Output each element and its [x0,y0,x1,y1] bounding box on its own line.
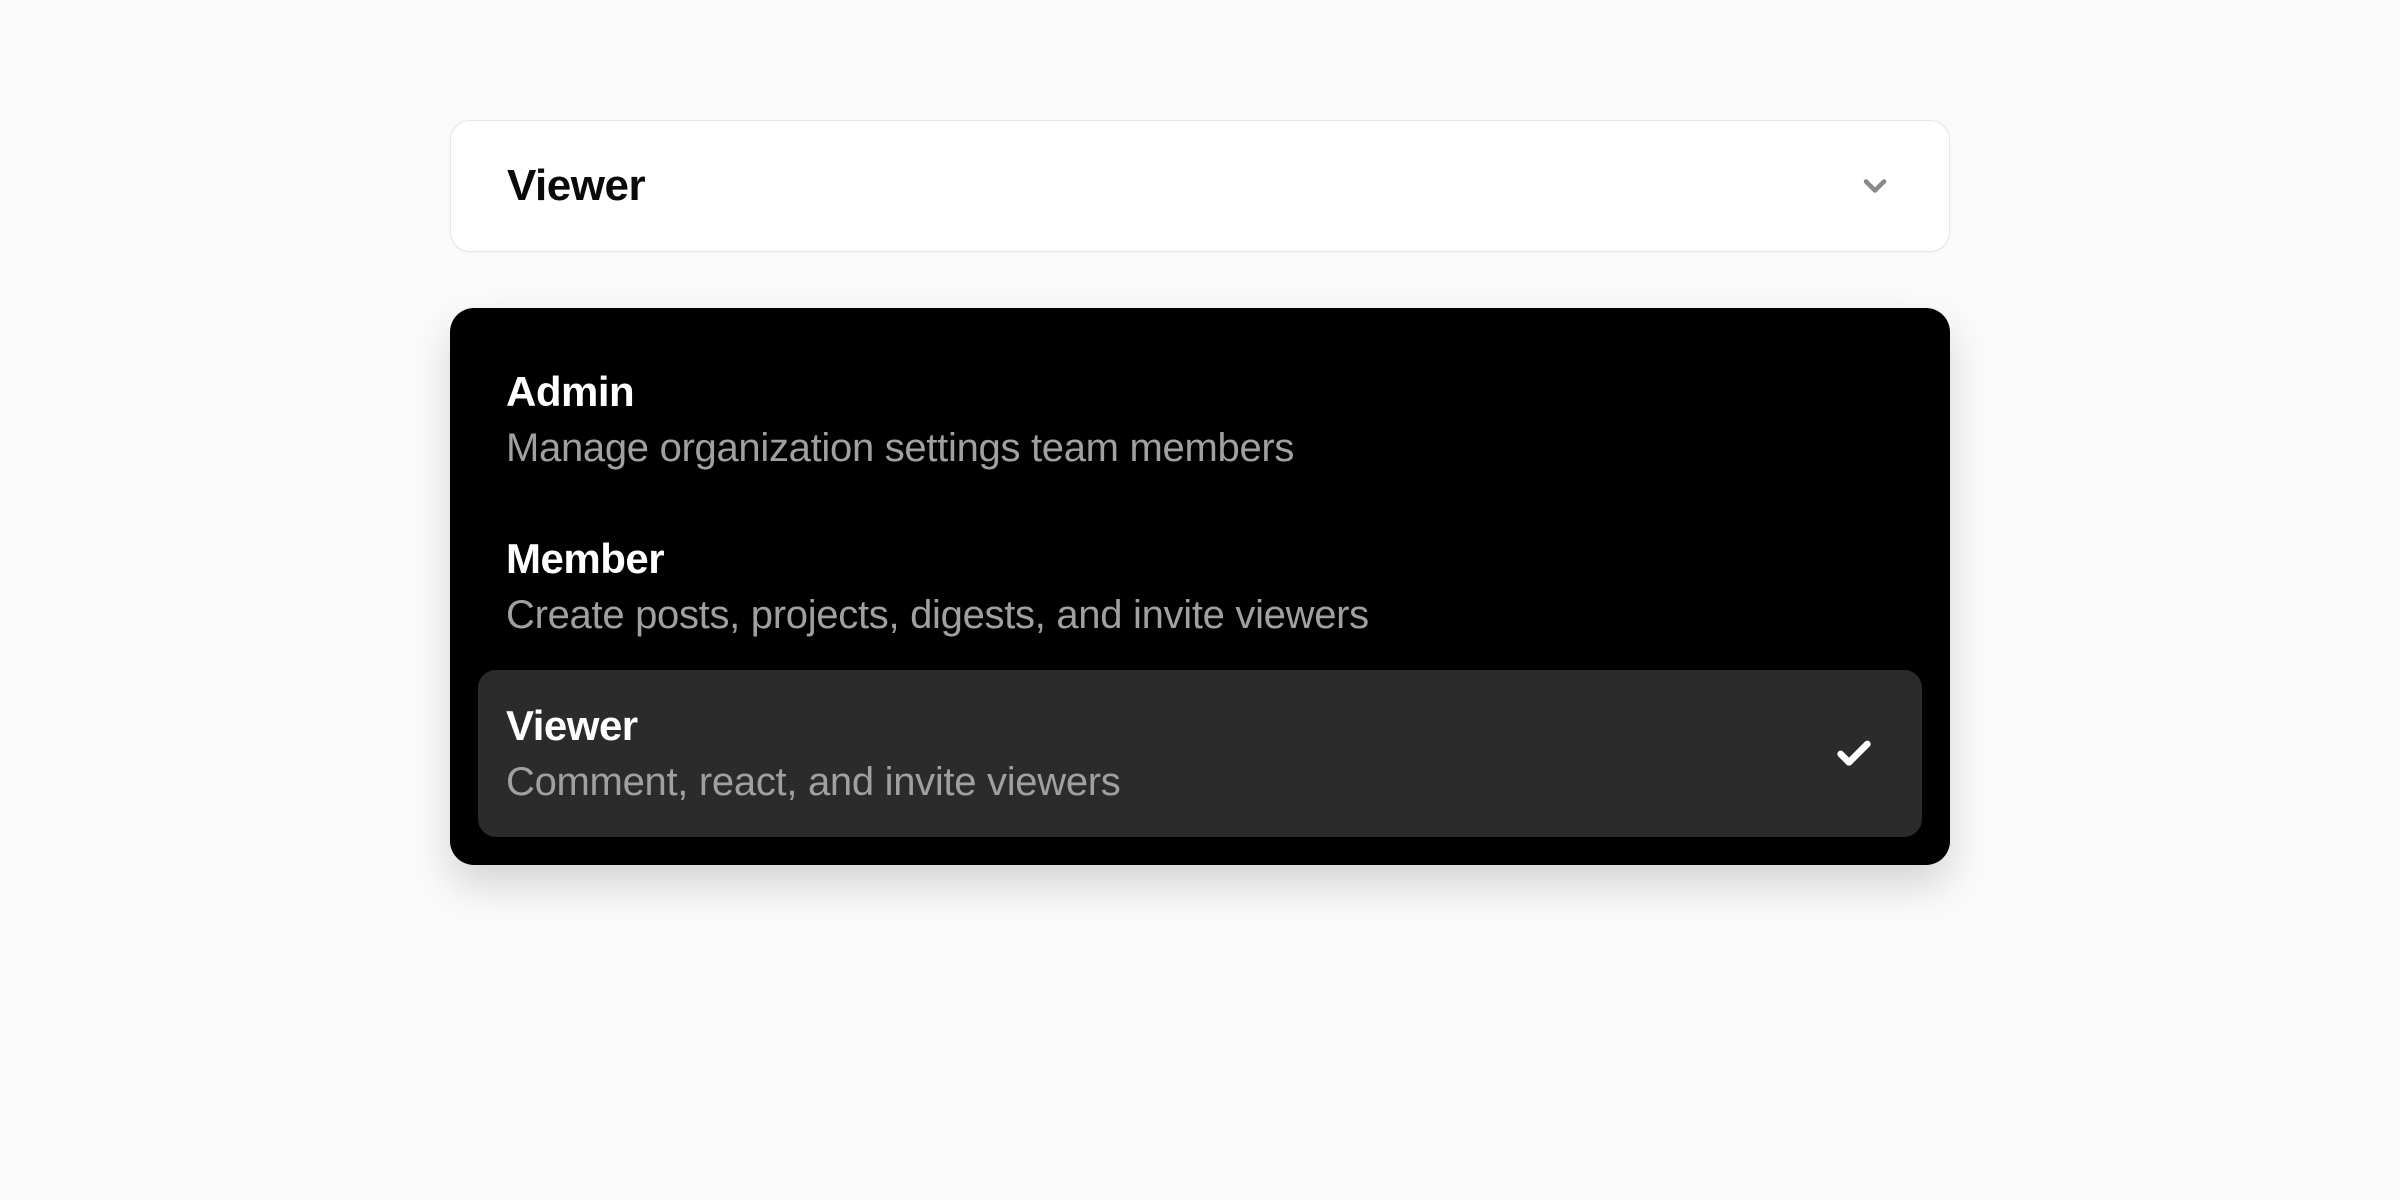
select-trigger[interactable]: Viewer [450,120,1950,252]
option-admin[interactable]: Admin Manage organization settings team … [478,336,1922,503]
option-description: Create posts, projects, digests, and inv… [506,593,1369,638]
check-icon [1834,734,1874,774]
option-title: Member [506,535,1369,583]
role-selector: Viewer Admin Manage organization setting… [450,120,1950,1200]
option-title: Admin [506,368,1294,416]
option-description: Manage organization settings team member… [506,426,1294,471]
option-title: Viewer [506,702,1121,750]
select-current-value: Viewer [507,161,645,211]
option-member[interactable]: Member Create posts, projects, digests, … [478,503,1922,670]
option-text: Viewer Comment, react, and invite viewer… [506,702,1121,805]
option-description: Comment, react, and invite viewers [506,760,1121,805]
option-text: Admin Manage organization settings team … [506,368,1294,471]
option-text: Member Create posts, projects, digests, … [506,535,1369,638]
chevron-down-icon [1857,168,1893,204]
dropdown-menu: Admin Manage organization settings team … [450,308,1950,865]
option-viewer[interactable]: Viewer Comment, react, and invite viewer… [478,670,1922,837]
